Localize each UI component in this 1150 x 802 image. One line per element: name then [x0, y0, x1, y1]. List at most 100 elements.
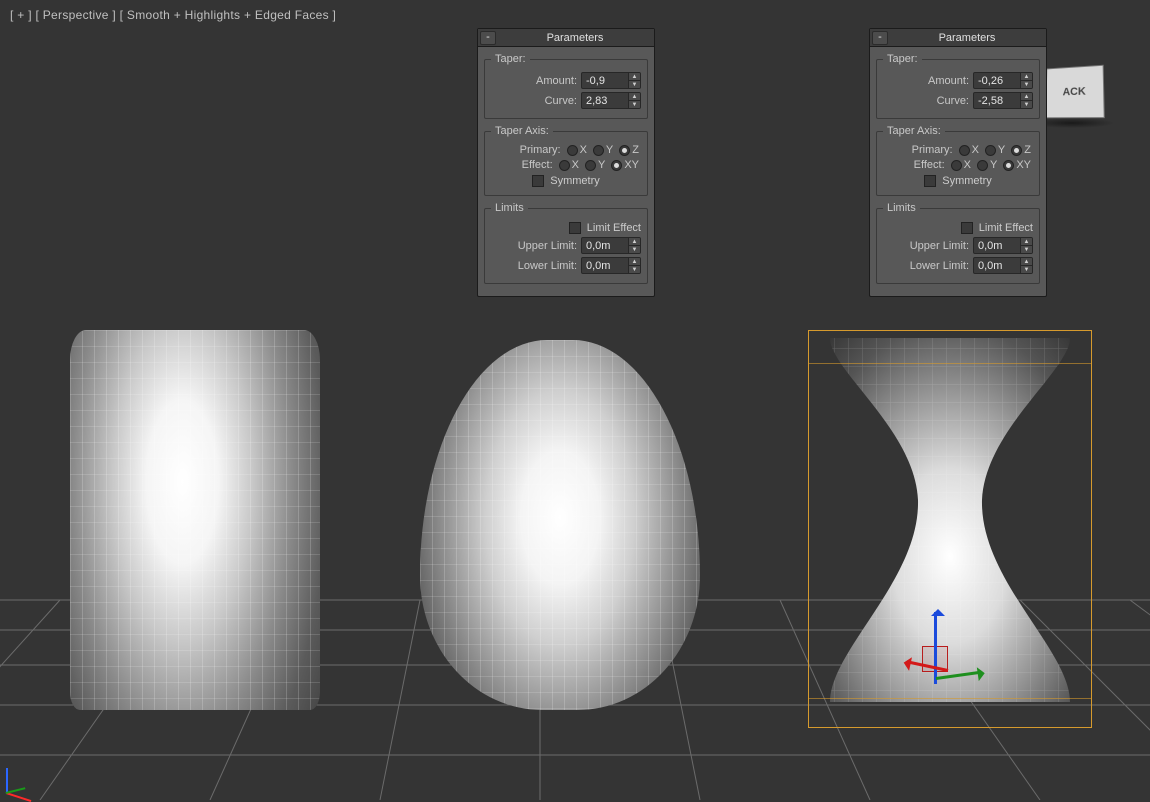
spinner-down-icon[interactable]: ▼ [1021, 101, 1032, 108]
panel-body: Taper: Amount: ▲▼ Curve: ▲▼ [870, 47, 1046, 296]
effect-label: Effect: [914, 159, 945, 171]
taper-axis-group: Taper Axis: Primary: X Y Z Effect: X Y X… [484, 125, 648, 196]
viewcube[interactable]: ACK [1045, 65, 1104, 119]
primary-option-x: X [972, 144, 979, 156]
spinner-down-icon[interactable]: ▼ [629, 101, 640, 108]
primary-option-z: Z [632, 144, 639, 156]
limit-effect-label: Limit Effect [979, 222, 1033, 234]
effect-option-y: Y [598, 159, 605, 171]
upper-limit-spinner[interactable]: ▲▼ [973, 237, 1033, 254]
primary-radio-y[interactable] [593, 145, 604, 156]
amount-spinner[interactable]: ▲▼ [973, 72, 1033, 89]
primary-radio-z[interactable] [619, 145, 630, 156]
spinner-down-icon[interactable]: ▼ [629, 246, 640, 253]
amount-spinner[interactable]: ▲▼ [581, 72, 641, 89]
primary-label: Primary: [912, 144, 953, 156]
taper-legend: Taper: [883, 53, 922, 65]
curve-input[interactable] [581, 92, 629, 109]
spinner-up-icon[interactable]: ▲ [1021, 258, 1032, 266]
upper-limit-input[interactable] [581, 237, 629, 254]
spinner-down-icon[interactable]: ▼ [1021, 266, 1032, 273]
taper-legend: Taper: [491, 53, 530, 65]
lower-limit-spinner[interactable]: ▲▼ [973, 257, 1033, 274]
upper-limit-label: Upper Limit: [910, 240, 969, 252]
symmetry-checkbox[interactable] [532, 175, 544, 187]
spinner-up-icon[interactable]: ▲ [629, 258, 640, 266]
effect-option-y: Y [990, 159, 997, 171]
lower-limit-label: Lower Limit: [518, 260, 577, 272]
limits-legend: Limits [491, 202, 528, 214]
effect-radio-y[interactable] [977, 160, 988, 171]
viewport-3d[interactable]: [ + ] [ Perspective ] [ Smooth + Highlig… [0, 0, 1150, 800]
spinner-up-icon[interactable]: ▲ [629, 238, 640, 246]
symmetry-label: Symmetry [942, 175, 992, 187]
upper-limit-input[interactable] [973, 237, 1021, 254]
symmetry-checkbox[interactable] [924, 175, 936, 187]
effect-radio-x[interactable] [951, 160, 962, 171]
panel-minimize-button[interactable]: - [872, 31, 888, 45]
parameters-panel-1[interactable]: - Parameters Taper: Amount: ▲▼ Curve: ▲ [477, 28, 655, 297]
effect-radio-xy[interactable] [611, 160, 622, 171]
amount-input[interactable] [581, 72, 629, 89]
taper-axis-legend: Taper Axis: [883, 125, 945, 137]
spinner-down-icon[interactable]: ▼ [1021, 81, 1032, 88]
object-tapered-egg[interactable] [420, 340, 700, 710]
curve-label: Curve: [545, 95, 577, 107]
primary-radio-x[interactable] [959, 145, 970, 156]
spinner-up-icon[interactable]: ▲ [1021, 238, 1032, 246]
taper-group: Taper: Amount: ▲▼ Curve: ▲▼ [484, 53, 648, 119]
effect-option-x: X [572, 159, 579, 171]
spinner-up-icon[interactable]: ▲ [629, 93, 640, 101]
spinner-up-icon[interactable]: ▲ [1021, 93, 1032, 101]
curve-spinner[interactable]: ▲▼ [973, 92, 1033, 109]
curve-spinner[interactable]: ▲▼ [581, 92, 641, 109]
limits-group: Limits Limit Effect Upper Limit: ▲▼ Lowe… [876, 202, 1040, 284]
amount-input[interactable] [973, 72, 1021, 89]
panel-minimize-button[interactable]: - [480, 31, 496, 45]
effect-label: Effect: [522, 159, 553, 171]
object-selected-hourglass[interactable] [820, 330, 1080, 710]
curve-label: Curve: [937, 95, 969, 107]
amount-label: Amount: [536, 75, 577, 87]
taper-axis-legend: Taper Axis: [491, 125, 553, 137]
hourglass-shape [820, 330, 1080, 710]
panel-title: Parameters [888, 32, 1046, 44]
primary-radio-x[interactable] [567, 145, 578, 156]
lower-limit-input[interactable] [973, 257, 1021, 274]
limits-legend: Limits [883, 202, 920, 214]
object-cylinder[interactable] [70, 330, 320, 710]
spinner-down-icon[interactable]: ▼ [629, 81, 640, 88]
viewport-label[interactable]: [ + ] [ Perspective ] [ Smooth + Highlig… [10, 8, 336, 22]
panel-header[interactable]: - Parameters [870, 29, 1046, 47]
effect-option-xy: XY [1016, 159, 1031, 171]
primary-option-z: Z [1024, 144, 1031, 156]
effect-option-xy: XY [624, 159, 639, 171]
amount-label: Amount: [928, 75, 969, 87]
primary-label: Primary: [520, 144, 561, 156]
effect-radio-y[interactable] [585, 160, 596, 171]
primary-option-y: Y [606, 144, 613, 156]
spinner-down-icon[interactable]: ▼ [1021, 246, 1032, 253]
effect-radio-x[interactable] [559, 160, 570, 171]
spinner-up-icon[interactable]: ▲ [629, 73, 640, 81]
effect-option-x: X [964, 159, 971, 171]
effect-radio-xy[interactable] [1003, 160, 1014, 171]
primary-option-x: X [580, 144, 587, 156]
taper-axis-group: Taper Axis: Primary: X Y Z Effect: X Y X… [876, 125, 1040, 196]
spinner-down-icon[interactable]: ▼ [629, 266, 640, 273]
spinner-up-icon[interactable]: ▲ [1021, 73, 1032, 81]
wireframe-overlay [70, 330, 320, 710]
viewport-axis-tripod [4, 756, 44, 796]
primary-radio-y[interactable] [985, 145, 996, 156]
limit-effect-checkbox[interactable] [569, 222, 581, 234]
limit-effect-checkbox[interactable] [961, 222, 973, 234]
panel-body: Taper: Amount: ▲▼ Curve: ▲▼ [478, 47, 654, 296]
lower-limit-input[interactable] [581, 257, 629, 274]
panel-header[interactable]: - Parameters [478, 29, 654, 47]
upper-limit-spinner[interactable]: ▲▼ [581, 237, 641, 254]
primary-radio-z[interactable] [1011, 145, 1022, 156]
lower-limit-spinner[interactable]: ▲▼ [581, 257, 641, 274]
parameters-panel-2[interactable]: - Parameters Taper: Amount: ▲▼ Curve: ▲ [869, 28, 1047, 297]
taper-group: Taper: Amount: ▲▼ Curve: ▲▼ [876, 53, 1040, 119]
curve-input[interactable] [973, 92, 1021, 109]
